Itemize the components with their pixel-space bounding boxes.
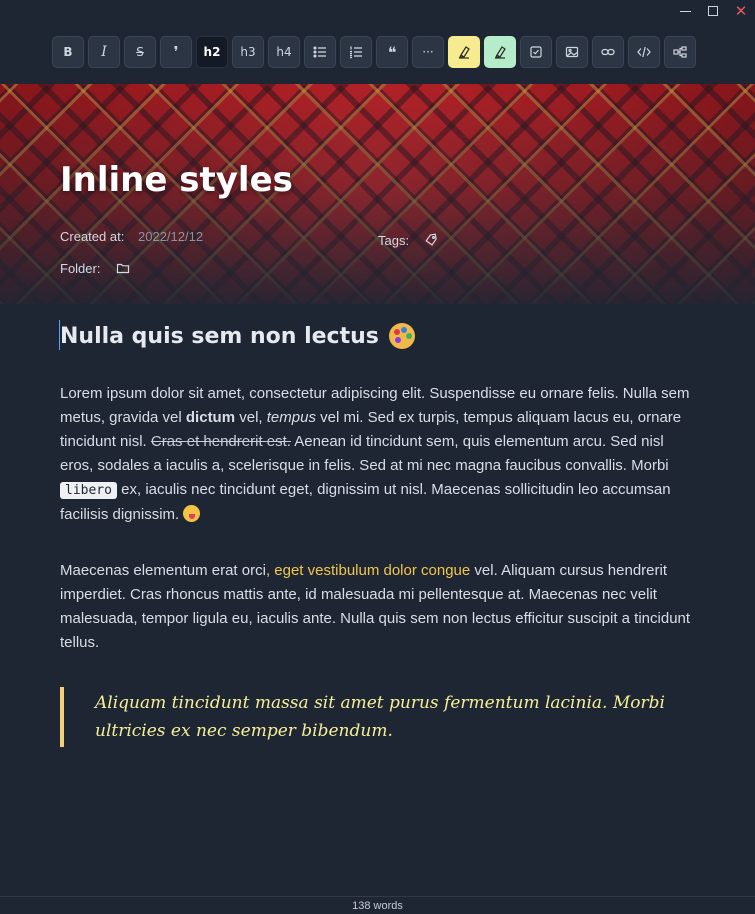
cover-banner: Inline styles Created at: 2022/12/12 Tag… — [0, 84, 755, 304]
blockquote-icon: ❝ — [387, 42, 397, 62]
folder-button[interactable] — [116, 261, 130, 280]
italic-text: tempus — [266, 409, 316, 426]
heading-3-button[interactable]: h3 — [232, 36, 264, 68]
inline-quote-button[interactable]: ❜ — [160, 36, 192, 68]
italic-button[interactable]: I — [88, 36, 120, 68]
diagram-button[interactable] — [664, 36, 696, 68]
blockquote[interactable]: Aliquam tincidunt massa sit amet purus f… — [60, 687, 700, 747]
bold-text: dictum — [185, 409, 236, 426]
bold-button[interactable]: B — [52, 36, 84, 68]
code-icon — [637, 46, 651, 58]
strikethrough-button[interactable]: S — [124, 36, 156, 68]
minimize-button[interactable] — [671, 0, 699, 22]
heading-2-label: h2 — [203, 45, 221, 59]
tag-button[interactable] — [424, 232, 438, 251]
tag-icon — [425, 233, 437, 246]
link-icon — [601, 48, 615, 56]
strikethrough-icon: S — [136, 45, 144, 59]
inline-link[interactable]: , eget vestibulum dolor congue — [266, 562, 470, 579]
diagram-icon — [673, 46, 687, 58]
status-bar: 138 words — [0, 896, 755, 914]
heading-2-button[interactable]: h2 — [196, 36, 228, 68]
tags-label: Tags: — [378, 233, 410, 248]
close-button[interactable]: ✕ — [727, 0, 755, 22]
highlighter-icon — [459, 46, 470, 59]
close-icon: ✕ — [734, 3, 748, 20]
bold-icon: B — [63, 45, 73, 59]
paragraph-text: Maecenas elementum erat orci — [60, 562, 266, 579]
folder-icon — [116, 263, 130, 274]
page-title[interactable]: Inline styles — [60, 160, 293, 200]
image-icon — [565, 46, 579, 58]
heading-4-button[interactable]: h4 — [268, 36, 300, 68]
highlight-green-button[interactable] — [484, 36, 516, 68]
insert-link-button[interactable] — [592, 36, 624, 68]
heading-4-label: h4 — [276, 45, 292, 59]
blockquote-button[interactable]: ❝ — [376, 36, 408, 68]
formatting-toolbar: B I S ❜ h2 h3 h4 ❝ ··· — [52, 36, 696, 68]
inline-quote-icon: ❜ — [173, 43, 179, 61]
checkbox-icon — [530, 46, 542, 58]
heading-3-label: h3 — [240, 45, 256, 59]
numbered-list-icon — [350, 46, 362, 59]
paragraph-2[interactable]: Maecenas elementum erat orci, eget vesti… — [60, 559, 700, 655]
editor-content[interactable]: Nulla quis sem non lectus Lorem ipsum do… — [59, 318, 700, 747]
highlight-yellow-button[interactable] — [448, 36, 480, 68]
paragraph-1[interactable]: Lorem ipsum dolor sit amet, consectetur … — [60, 382, 700, 527]
palette-emoji-icon — [388, 323, 415, 349]
inline-code: libero — [60, 482, 117, 499]
bullet-list-icon — [313, 46, 326, 58]
code-button[interactable] — [628, 36, 660, 68]
text-cursor — [59, 320, 60, 350]
minimize-icon — [679, 10, 691, 12]
yum-emoji-icon — [183, 505, 201, 522]
highlighter-icon — [495, 46, 506, 59]
created-label: Created at: — [60, 229, 125, 244]
maximize-button[interactable] — [699, 0, 727, 22]
strikethrough-text: Cras et hendrerit est. — [150, 433, 291, 450]
heading-text: Nulla quis sem non lectus — [60, 323, 379, 349]
maximize-icon — [708, 6, 718, 16]
folder-label: Folder: — [60, 261, 101, 276]
quote-text: Aliquam tincidunt massa sit amet purus f… — [95, 693, 665, 741]
horizontal-rule-icon: ··· — [422, 45, 434, 59]
horizontal-rule-button[interactable]: ··· — [412, 36, 444, 68]
numbered-list-button[interactable] — [340, 36, 372, 68]
insert-image-button[interactable] — [556, 36, 588, 68]
word-count: 138 words — [352, 899, 403, 912]
created-value: 2022/12/12 — [138, 229, 204, 244]
bullet-list-button[interactable] — [304, 36, 336, 68]
task-list-button[interactable] — [520, 36, 552, 68]
document-heading[interactable]: Nulla quis sem non lectus — [60, 318, 700, 354]
paragraph-text: vel, — [235, 409, 267, 426]
italic-icon: I — [101, 44, 107, 60]
paragraph-text: ex, iaculis nec tincidunt eget, dignissi… — [60, 481, 671, 523]
window-controls: ✕ — [671, 0, 755, 22]
